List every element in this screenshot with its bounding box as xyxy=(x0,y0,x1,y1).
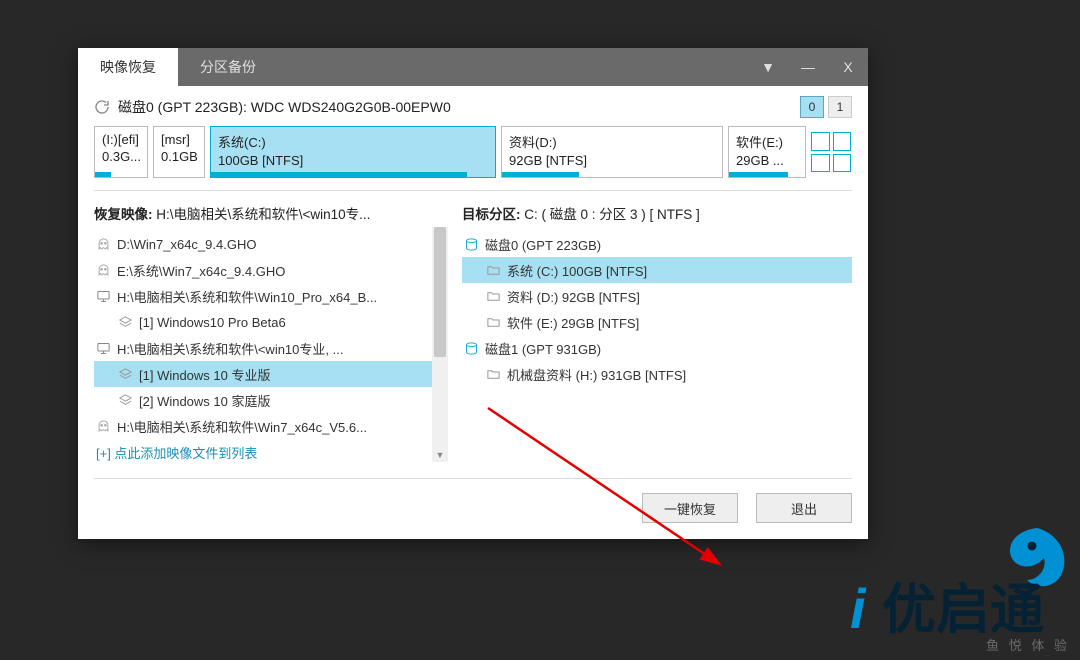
usage-bar xyxy=(502,172,579,177)
scroll-thumb[interactable] xyxy=(434,227,446,357)
tree-row-label: 磁盘0 (GPT 223GB) xyxy=(485,235,846,254)
partition-name: 系统(C:) xyxy=(218,132,488,151)
tree-row-label: 资料 (D:) 92GB [NTFS] xyxy=(507,287,846,306)
usage-bar xyxy=(95,172,111,177)
titlebar-dropdown[interactable]: ▼ xyxy=(748,48,788,86)
disk-header: 磁盘0 (GPT 223GB): WDC WDS240G2G0B-00EPW0 … xyxy=(78,86,868,126)
tree-row-label: H:\电脑相关\系统和软件\<win10专业, ... xyxy=(117,339,440,358)
usage-bar xyxy=(211,172,467,177)
partition-block[interactable]: 软件(E:) 29GB ... xyxy=(728,126,806,178)
close-button[interactable]: X xyxy=(828,48,868,86)
tree-row[interactable]: H:\电脑相关\系统和软件\Win10_Pro_x64_B... xyxy=(94,283,446,309)
monitor-icon xyxy=(94,339,112,357)
refresh-icon[interactable] xyxy=(94,99,110,115)
partition-size: 100GB [NTFS] xyxy=(218,153,488,168)
partition-name: [msr] xyxy=(161,132,197,147)
source-panel: 恢复映像: H:\电脑相关\系统和软件\<win10专... D:\Win7_x… xyxy=(94,203,446,462)
monitor-icon xyxy=(94,287,112,305)
ghost-icon xyxy=(94,417,112,435)
ghost-icon xyxy=(94,235,112,253)
add-image-link[interactable]: [+] 点此添加映像文件到列表 xyxy=(94,443,446,462)
scroll-down-icon[interactable]: ▼ xyxy=(432,448,448,462)
partition-map: (I:)[efi] 0.3G... [msr] 0.1GB 系统(C:) 100GB [N… xyxy=(78,126,868,186)
footer: 一键恢复 退出 xyxy=(94,478,852,539)
partition-size: 0.3G... xyxy=(102,149,140,164)
tree-row[interactable]: 系统 (C:) 100GB [NTFS] xyxy=(462,257,852,283)
tree-row[interactable]: [1] Windows10 Pro Beta6 xyxy=(94,309,446,335)
tree-row[interactable]: D:\Win7_x64c_9.4.GHO xyxy=(94,231,446,257)
partition-name: 资料(D:) xyxy=(509,132,715,151)
partition-size: 92GB [NTFS] xyxy=(509,153,715,168)
partition-size: 0.1GB xyxy=(161,149,197,164)
ghost-icon xyxy=(94,261,112,279)
tree-row-label: [1] Windows 10 专业版 xyxy=(139,365,440,384)
svg-text:i: i xyxy=(850,577,867,640)
partition-size: 29GB ... xyxy=(736,153,798,168)
tree-row-label: 系统 (C:) 100GB [NTFS] xyxy=(507,261,846,280)
tree-row-label: 机械盘资料 (H:) 931GB [NTFS] xyxy=(507,365,846,384)
partition-name: (I:)[efi] xyxy=(102,132,140,147)
partition-grid-view-icon[interactable] xyxy=(811,126,851,178)
minimize-button[interactable]: — xyxy=(788,48,828,86)
layers-icon xyxy=(116,391,134,409)
scrollbar[interactable]: ▲ ▼ xyxy=(432,227,448,462)
tree-row-label: H:\电脑相关\系统和软件\Win7_x64c_V5.6... xyxy=(117,417,440,436)
partition-block[interactable]: [msr] 0.1GB xyxy=(153,126,205,178)
tab-partition-backup[interactable]: 分区备份 xyxy=(178,48,278,86)
tree-row[interactable]: 机械盘资料 (H:) 931GB [NTFS] xyxy=(462,361,852,387)
tree-row-label: 软件 (E:) 29GB [NTFS] xyxy=(507,313,846,332)
partition-tree: 磁盘0 (GPT 223GB) 系统 (C:) 100GB [NTFS] 资料 (D… xyxy=(462,231,852,387)
tree-row[interactable]: 磁盘0 (GPT 223GB) xyxy=(462,231,852,257)
target-title: 目标分区: C: ( 磁盘 0 : 分区 3 ) [ NTFS ] xyxy=(462,203,852,223)
partition-block[interactable]: 资料(D:) 92GB [NTFS] xyxy=(501,126,723,178)
image-tree: D:\Win7_x64c_9.4.GHO E:\系统\Win7_x64c_9.4.… xyxy=(94,231,446,439)
partition-block[interactable]: (I:)[efi] 0.3G... xyxy=(94,126,148,178)
usage-bar xyxy=(729,172,788,177)
disk-icon xyxy=(462,235,480,253)
layers-icon xyxy=(116,365,134,383)
tree-row[interactable]: 软件 (E:) 29GB [NTFS] xyxy=(462,309,852,335)
titlebar: 映像恢复 分区备份 ▼ — X xyxy=(78,48,868,86)
layers-icon xyxy=(116,313,134,331)
tree-row[interactable]: 磁盘1 (GPT 931GB) xyxy=(462,335,852,361)
folder-icon xyxy=(484,313,502,331)
tree-row[interactable]: [2] Windows 10 家庭版 xyxy=(94,387,446,413)
folder-icon xyxy=(484,261,502,279)
tree-row-label: 磁盘1 (GPT 931GB) xyxy=(485,339,846,358)
tree-row-label: [2] Windows 10 家庭版 xyxy=(139,391,440,410)
tree-row[interactable]: 资料 (D:) 92GB [NTFS] xyxy=(462,283,852,309)
disk-icon xyxy=(462,339,480,357)
tree-row-label: D:\Win7_x64c_9.4.GHO xyxy=(117,237,440,252)
tree-row[interactable]: H:\电脑相关\系统和软件\<win10专业, ... xyxy=(94,335,446,361)
folder-icon xyxy=(484,287,502,305)
disk-page-0[interactable]: 0 xyxy=(800,96,824,118)
disk-title: 磁盘0 (GPT 223GB): WDC WDS240G2G0B-00EPW0 xyxy=(118,97,792,117)
disk-pager: 0 1 xyxy=(800,96,852,118)
tab-image-restore[interactable]: 映像恢复 xyxy=(78,48,178,86)
folder-icon xyxy=(484,365,502,383)
one-click-restore-button[interactable]: 一键恢复 xyxy=(642,493,738,523)
svg-text:优启通: 优启通 xyxy=(882,580,1044,640)
watermark-text: 鱼 悦 体 验 xyxy=(986,635,1070,654)
source-title: 恢复映像: H:\电脑相关\系统和软件\<win10专... xyxy=(94,203,446,223)
partition-name: 软件(E:) xyxy=(736,132,798,151)
tree-row-label: H:\电脑相关\系统和软件\Win10_Pro_x64_B... xyxy=(117,287,440,306)
app-window: 映像恢复 分区备份 ▼ — X 磁盘0 (GPT 223GB): WDC WDS… xyxy=(78,48,868,539)
disk-page-1[interactable]: 1 xyxy=(828,96,852,118)
tree-row-label: [1] Windows10 Pro Beta6 xyxy=(139,315,440,330)
target-panel: 目标分区: C: ( 磁盘 0 : 分区 3 ) [ NTFS ] 磁盘0 (G… xyxy=(462,203,852,462)
tree-row[interactable]: E:\系统\Win7_x64c_9.4.GHO xyxy=(94,257,446,283)
partition-block[interactable]: 系统(C:) 100GB [NTFS] xyxy=(210,126,496,178)
brand-logo: i 优启通 xyxy=(844,520,1074,640)
exit-button[interactable]: 退出 xyxy=(756,493,852,523)
tree-row-label: E:\系统\Win7_x64c_9.4.GHO xyxy=(117,261,440,280)
tree-row[interactable]: [1] Windows 10 专业版 xyxy=(94,361,446,387)
tree-row[interactable]: H:\电脑相关\系统和软件\Win7_x64c_V5.6... xyxy=(94,413,446,439)
